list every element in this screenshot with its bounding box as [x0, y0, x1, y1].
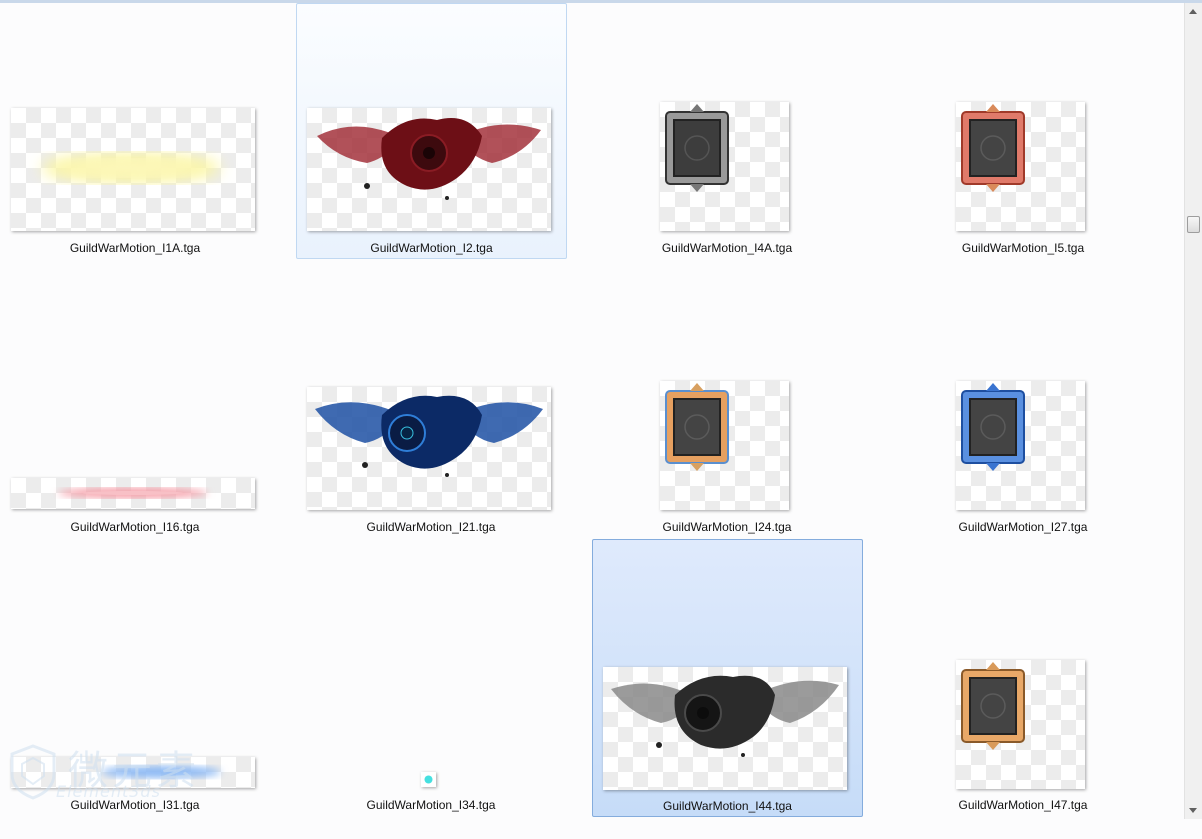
file-name: GuildWarMotion_I24.tga	[662, 520, 792, 534]
file-name: GuildWarMotion_I21.tga	[366, 520, 496, 534]
file-name: GuildWarMotion_I27.tga	[958, 520, 1088, 534]
thumbnail	[11, 108, 255, 231]
gold-blue-frame-image	[665, 383, 729, 471]
file-item[interactable]: GuildWarMotion_I47.tga	[888, 561, 1158, 839]
file-item-selected[interactable]: GuildWarMotion_I44.tga	[592, 539, 863, 817]
scroll-up-arrow-icon[interactable]	[1189, 9, 1197, 14]
thumbnail	[660, 381, 789, 510]
blue-frame-image	[961, 383, 1025, 471]
thumbnail	[421, 772, 436, 787]
thumbnail	[307, 108, 551, 231]
thumbnail	[956, 102, 1085, 231]
file-item[interactable]: GuildWarMotion_I5.tga	[888, 3, 1158, 281]
blue-winged-emblem-image	[315, 395, 543, 477]
file-name: GuildWarMotion_I2.tga	[370, 241, 493, 255]
file-item[interactable]: GuildWarMotion_I2.tga	[296, 3, 567, 259]
file-name: GuildWarMotion_I47.tga	[958, 798, 1088, 812]
file-item[interactable]: GuildWarMotion_I27.tga	[888, 282, 1158, 560]
scroll-down-arrow-icon[interactable]	[1189, 808, 1197, 813]
thumbnail	[956, 381, 1085, 510]
file-name: GuildWarMotion_I5.tga	[961, 241, 1085, 255]
scrollbar-thumb[interactable]	[1187, 216, 1200, 233]
grey-winged-emblem-image	[611, 675, 839, 757]
file-item[interactable]: GuildWarMotion_I4A.tga	[592, 3, 862, 281]
file-item[interactable]: GuildWarMotion_I24.tga	[592, 282, 862, 560]
file-item[interactable]: GuildWarMotion_I34.tga	[296, 561, 566, 839]
watermark-logo: 微元素 Element3ds	[8, 740, 213, 804]
file-name: GuildWarMotion_I34.tga	[366, 798, 496, 812]
thumbnail	[956, 660, 1085, 789]
yellow-glow-image	[41, 154, 221, 182]
red-glow-strip-image	[58, 488, 208, 498]
cyan-dot-image	[424, 775, 433, 784]
file-name: GuildWarMotion_I1A.tga	[69, 241, 201, 255]
file-item[interactable]: GuildWarMotion_I16.tga	[0, 282, 270, 560]
red-winged-emblem-image	[317, 118, 541, 200]
thumbnail	[11, 478, 255, 509]
file-name: GuildWarMotion_I44.tga	[663, 799, 792, 813]
watermark-subtext: Element3ds	[56, 782, 161, 801]
thumbnail	[307, 387, 551, 510]
thumbnail	[603, 667, 847, 790]
file-item[interactable]: GuildWarMotion_I21.tga	[296, 282, 566, 560]
file-item[interactable]: GuildWarMotion_I1A.tga	[0, 3, 270, 281]
file-name: GuildWarMotion_I16.tga	[70, 520, 200, 534]
file-name: GuildWarMotion_I4A.tga	[661, 241, 793, 255]
vertical-scrollbar[interactable]	[1184, 3, 1202, 819]
thumbnail	[660, 102, 789, 231]
shield-icon	[10, 744, 56, 800]
silver-frame-image	[665, 104, 729, 192]
red-frame-image	[961, 104, 1025, 192]
gold-frame-image	[961, 662, 1025, 750]
